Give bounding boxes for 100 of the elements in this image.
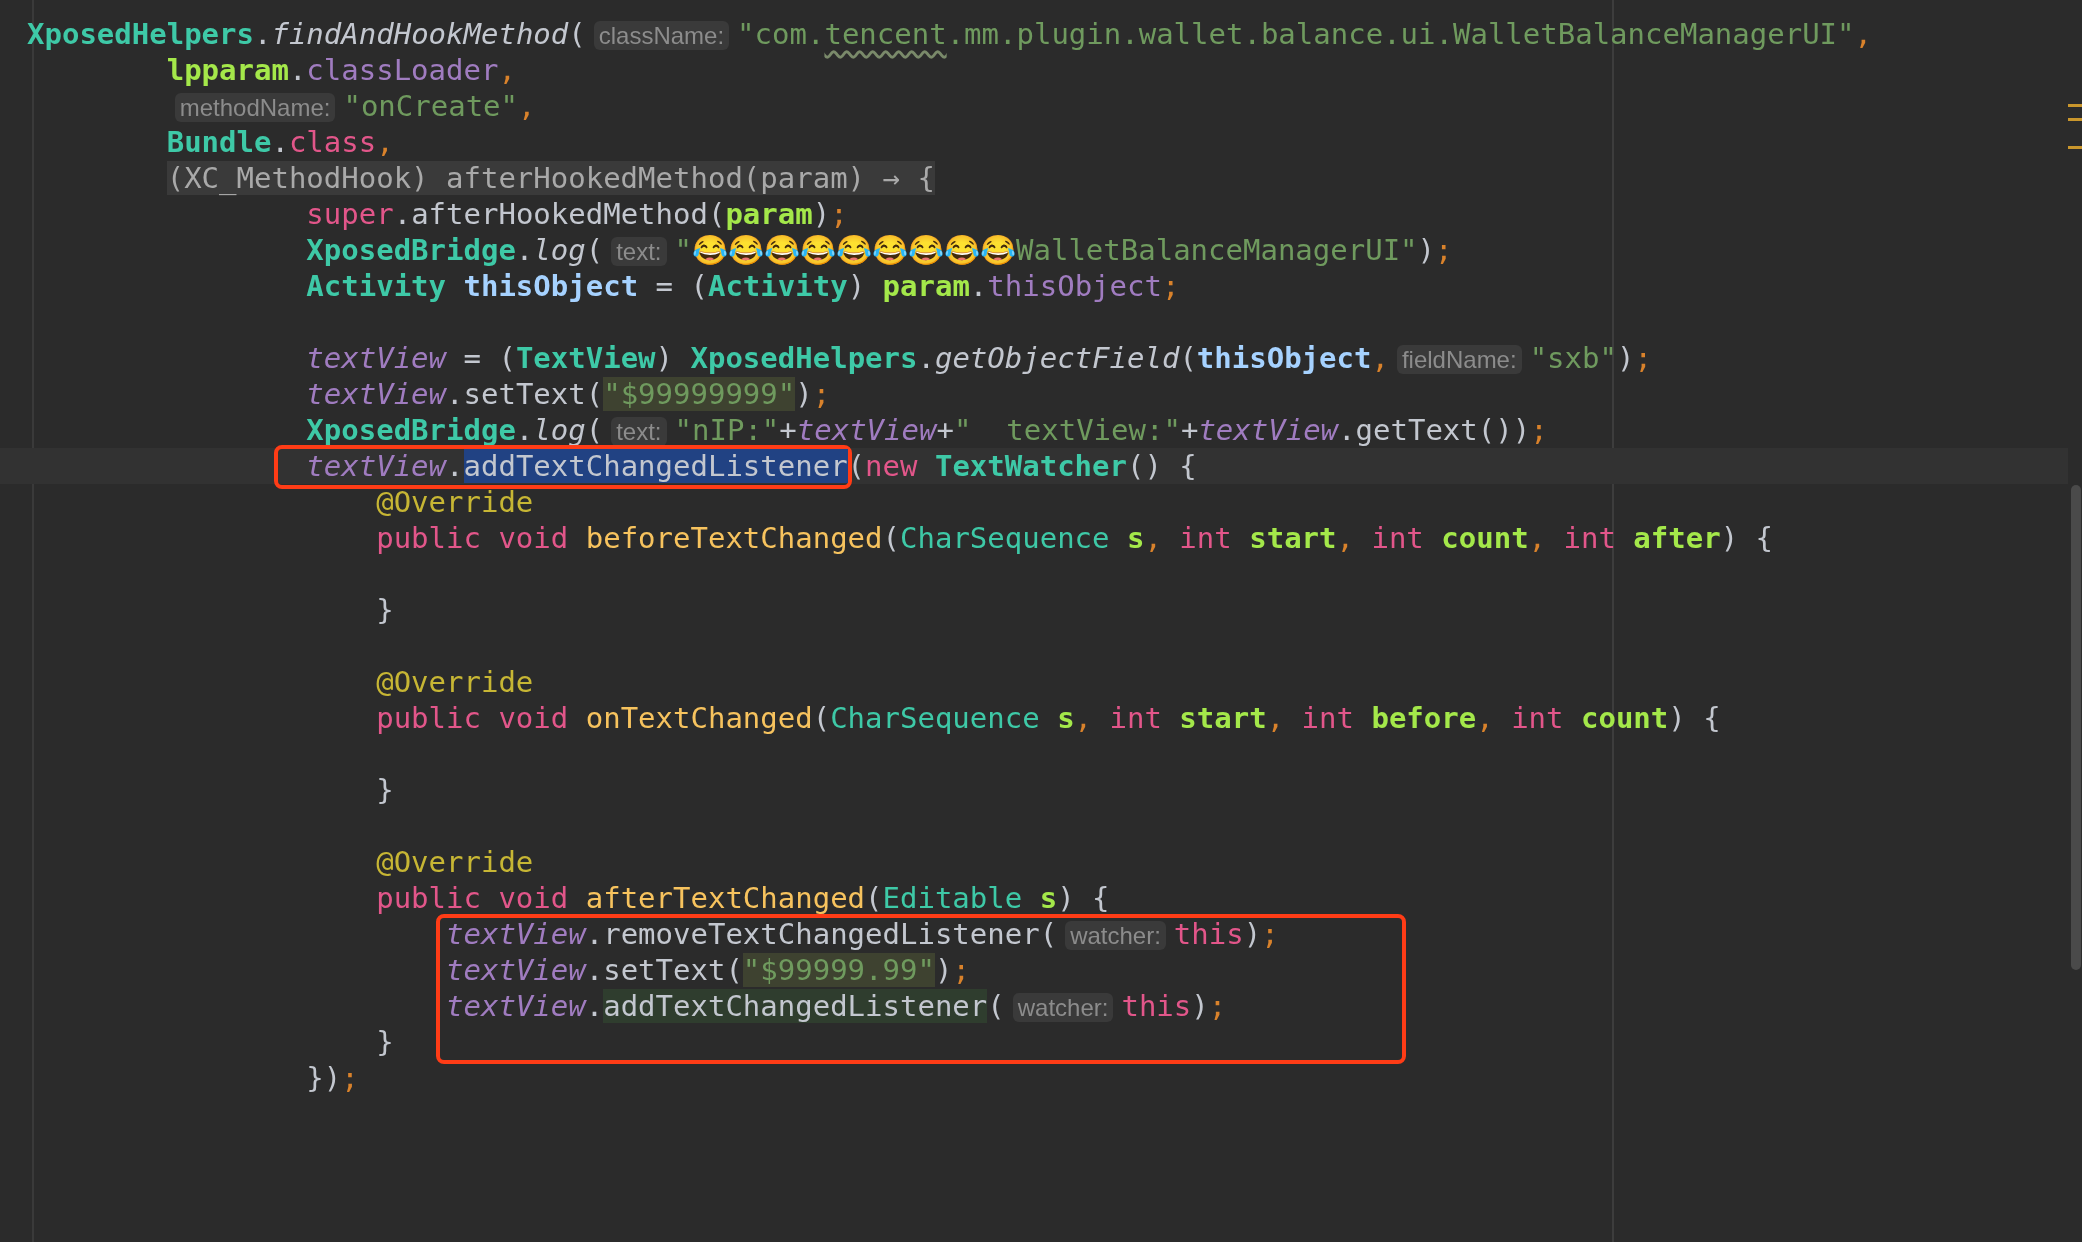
parameter-hint: className: <box>593 21 730 50</box>
class-name: TextWatcher <box>933 449 1127 483</box>
field-name: thisObject <box>987 269 1162 303</box>
code-punctuation: . <box>254 17 272 51</box>
code-annotation: @Override <box>376 665 534 699</box>
type-name: CharSequence <box>830 701 1040 735</box>
code-punctuation: , <box>1074 701 1093 735</box>
code-punctuation: ) <box>1191 989 1209 1023</box>
code-punctuation: ( <box>585 233 604 267</box>
parameter-name: s <box>1125 521 1145 555</box>
method-call: getObjectField <box>934 341 1180 375</box>
code-punctuation: ; <box>1435 233 1453 267</box>
parameter-name: lpparam <box>166 53 289 87</box>
code-annotation: @Override <box>376 485 534 519</box>
class-name: XposedHelpers <box>27 17 254 51</box>
code-punctuation: . <box>1338 413 1356 447</box>
code-punctuation: ( <box>585 377 604 411</box>
method-call: afterHookedMethod <box>411 197 708 231</box>
field-name: textView <box>1198 413 1339 447</box>
code-keyword: public void <box>376 701 569 735</box>
code-punctuation: , <box>1336 521 1354 555</box>
method-name: onTextChanged <box>584 701 813 735</box>
code-punctuation: ; <box>812 377 831 411</box>
method-name: beforeTextChanged <box>584 521 883 555</box>
parameter-hint: text: <box>611 237 667 266</box>
code-punctuation: . <box>393 197 412 231</box>
code-punctuation: () { <box>1127 449 1197 483</box>
class-name: XposedBridge <box>306 233 516 267</box>
field-name: textView <box>306 341 447 375</box>
code-punctuation: ) <box>1243 917 1262 951</box>
error-stripe-marker[interactable] <box>2068 104 2082 107</box>
string-literal: "onCreate" <box>343 89 519 123</box>
code-punctuation: ) <box>1417 233 1436 267</box>
field-name: classLoader <box>306 53 499 87</box>
field-name: textView <box>306 377 447 411</box>
code-punctuation: , <box>518 89 536 123</box>
method-call: getText <box>1355 413 1478 447</box>
code-punctuation: , <box>1371 341 1389 375</box>
code-punctuation: . <box>446 377 464 411</box>
code-punctuation: , <box>498 53 516 87</box>
method-call: setText <box>463 377 586 411</box>
code-punctuation: + <box>1180 413 1199 447</box>
folded-code: (XC_MethodHook) afterHookedMethod(param) → { <box>166 161 935 195</box>
code-punctuation: ) <box>795 377 813 411</box>
code-punctuation: . <box>288 53 307 87</box>
code-keyword: int <box>1178 521 1232 555</box>
code-keyword: public void <box>376 881 569 915</box>
method-call: addTextChangedListener <box>603 989 988 1023</box>
class-name: Bundle <box>166 125 272 159</box>
string-literal: "com. <box>737 17 825 51</box>
code-punctuation: ( <box>865 881 883 915</box>
method-name: afterTextChanged <box>584 881 866 915</box>
string-literal: " textView:" <box>953 413 1181 447</box>
code-keyword: int <box>1108 701 1162 735</box>
code-punctuation: ; <box>341 1061 359 1095</box>
parameter-hint: watcher: <box>1012 993 1114 1022</box>
method-call: setText <box>603 953 726 987</box>
code-punctuation: } <box>376 593 394 627</box>
code-punctuation: ( <box>1039 917 1058 951</box>
parameter-hint: fieldName: <box>1396 345 1522 374</box>
code-keyword: this <box>1173 917 1244 951</box>
parameter-name: start <box>1178 701 1267 735</box>
field-name: textView <box>446 989 586 1023</box>
code-punctuation: , <box>1144 521 1162 555</box>
error-stripe-marker[interactable] <box>2068 146 2082 149</box>
code-punctuation: ) { <box>1668 701 1721 735</box>
code-keyword: int <box>1510 701 1564 735</box>
code-punctuation: ( <box>812 701 831 735</box>
code-punctuation: } <box>376 773 394 807</box>
parameter-name: count <box>1440 521 1529 555</box>
code-punctuation: ; <box>952 953 970 987</box>
code-punctuation: , <box>1854 17 1872 51</box>
method-call: removeTextChangedListener <box>603 917 1040 951</box>
code-punctuation: = ( <box>654 269 708 303</box>
field-name: textView <box>446 917 586 951</box>
class-name: XposedHelpers <box>689 341 918 375</box>
field-name: textView <box>796 413 937 447</box>
code-punctuation: ) <box>655 341 674 375</box>
code-punctuation: . <box>515 233 534 267</box>
method-call: log <box>533 413 586 447</box>
error-stripe-marker[interactable] <box>2068 118 2082 121</box>
parameter-hint: methodName: <box>174 93 336 122</box>
field-name: textView <box>446 953 586 987</box>
code-keyword: int <box>1370 521 1424 555</box>
code-keyword: super <box>306 197 394 231</box>
code-punctuation: } <box>376 1025 394 1059</box>
code-punctuation: , <box>1528 521 1547 555</box>
scrollbar-thumb[interactable] <box>2071 485 2081 970</box>
code-punctuation: . <box>271 125 289 159</box>
code-keyword: this <box>1121 989 1192 1023</box>
code-punctuation: ; <box>830 197 848 231</box>
code-keyword: int <box>1300 701 1354 735</box>
variable-name: thisObject <box>462 269 639 303</box>
code-keyword: new <box>865 449 918 483</box>
class-name: TextView <box>515 341 656 375</box>
variable-name: thisObject <box>1196 341 1372 375</box>
code-punctuation: ()) <box>1477 413 1531 447</box>
code-keyword: int <box>1562 521 1616 555</box>
code-punctuation: ( <box>725 953 743 987</box>
string-literal: .mm.plugin.wallet.balance.ui.WalletBalanceManagerUI" <box>946 17 1855 51</box>
